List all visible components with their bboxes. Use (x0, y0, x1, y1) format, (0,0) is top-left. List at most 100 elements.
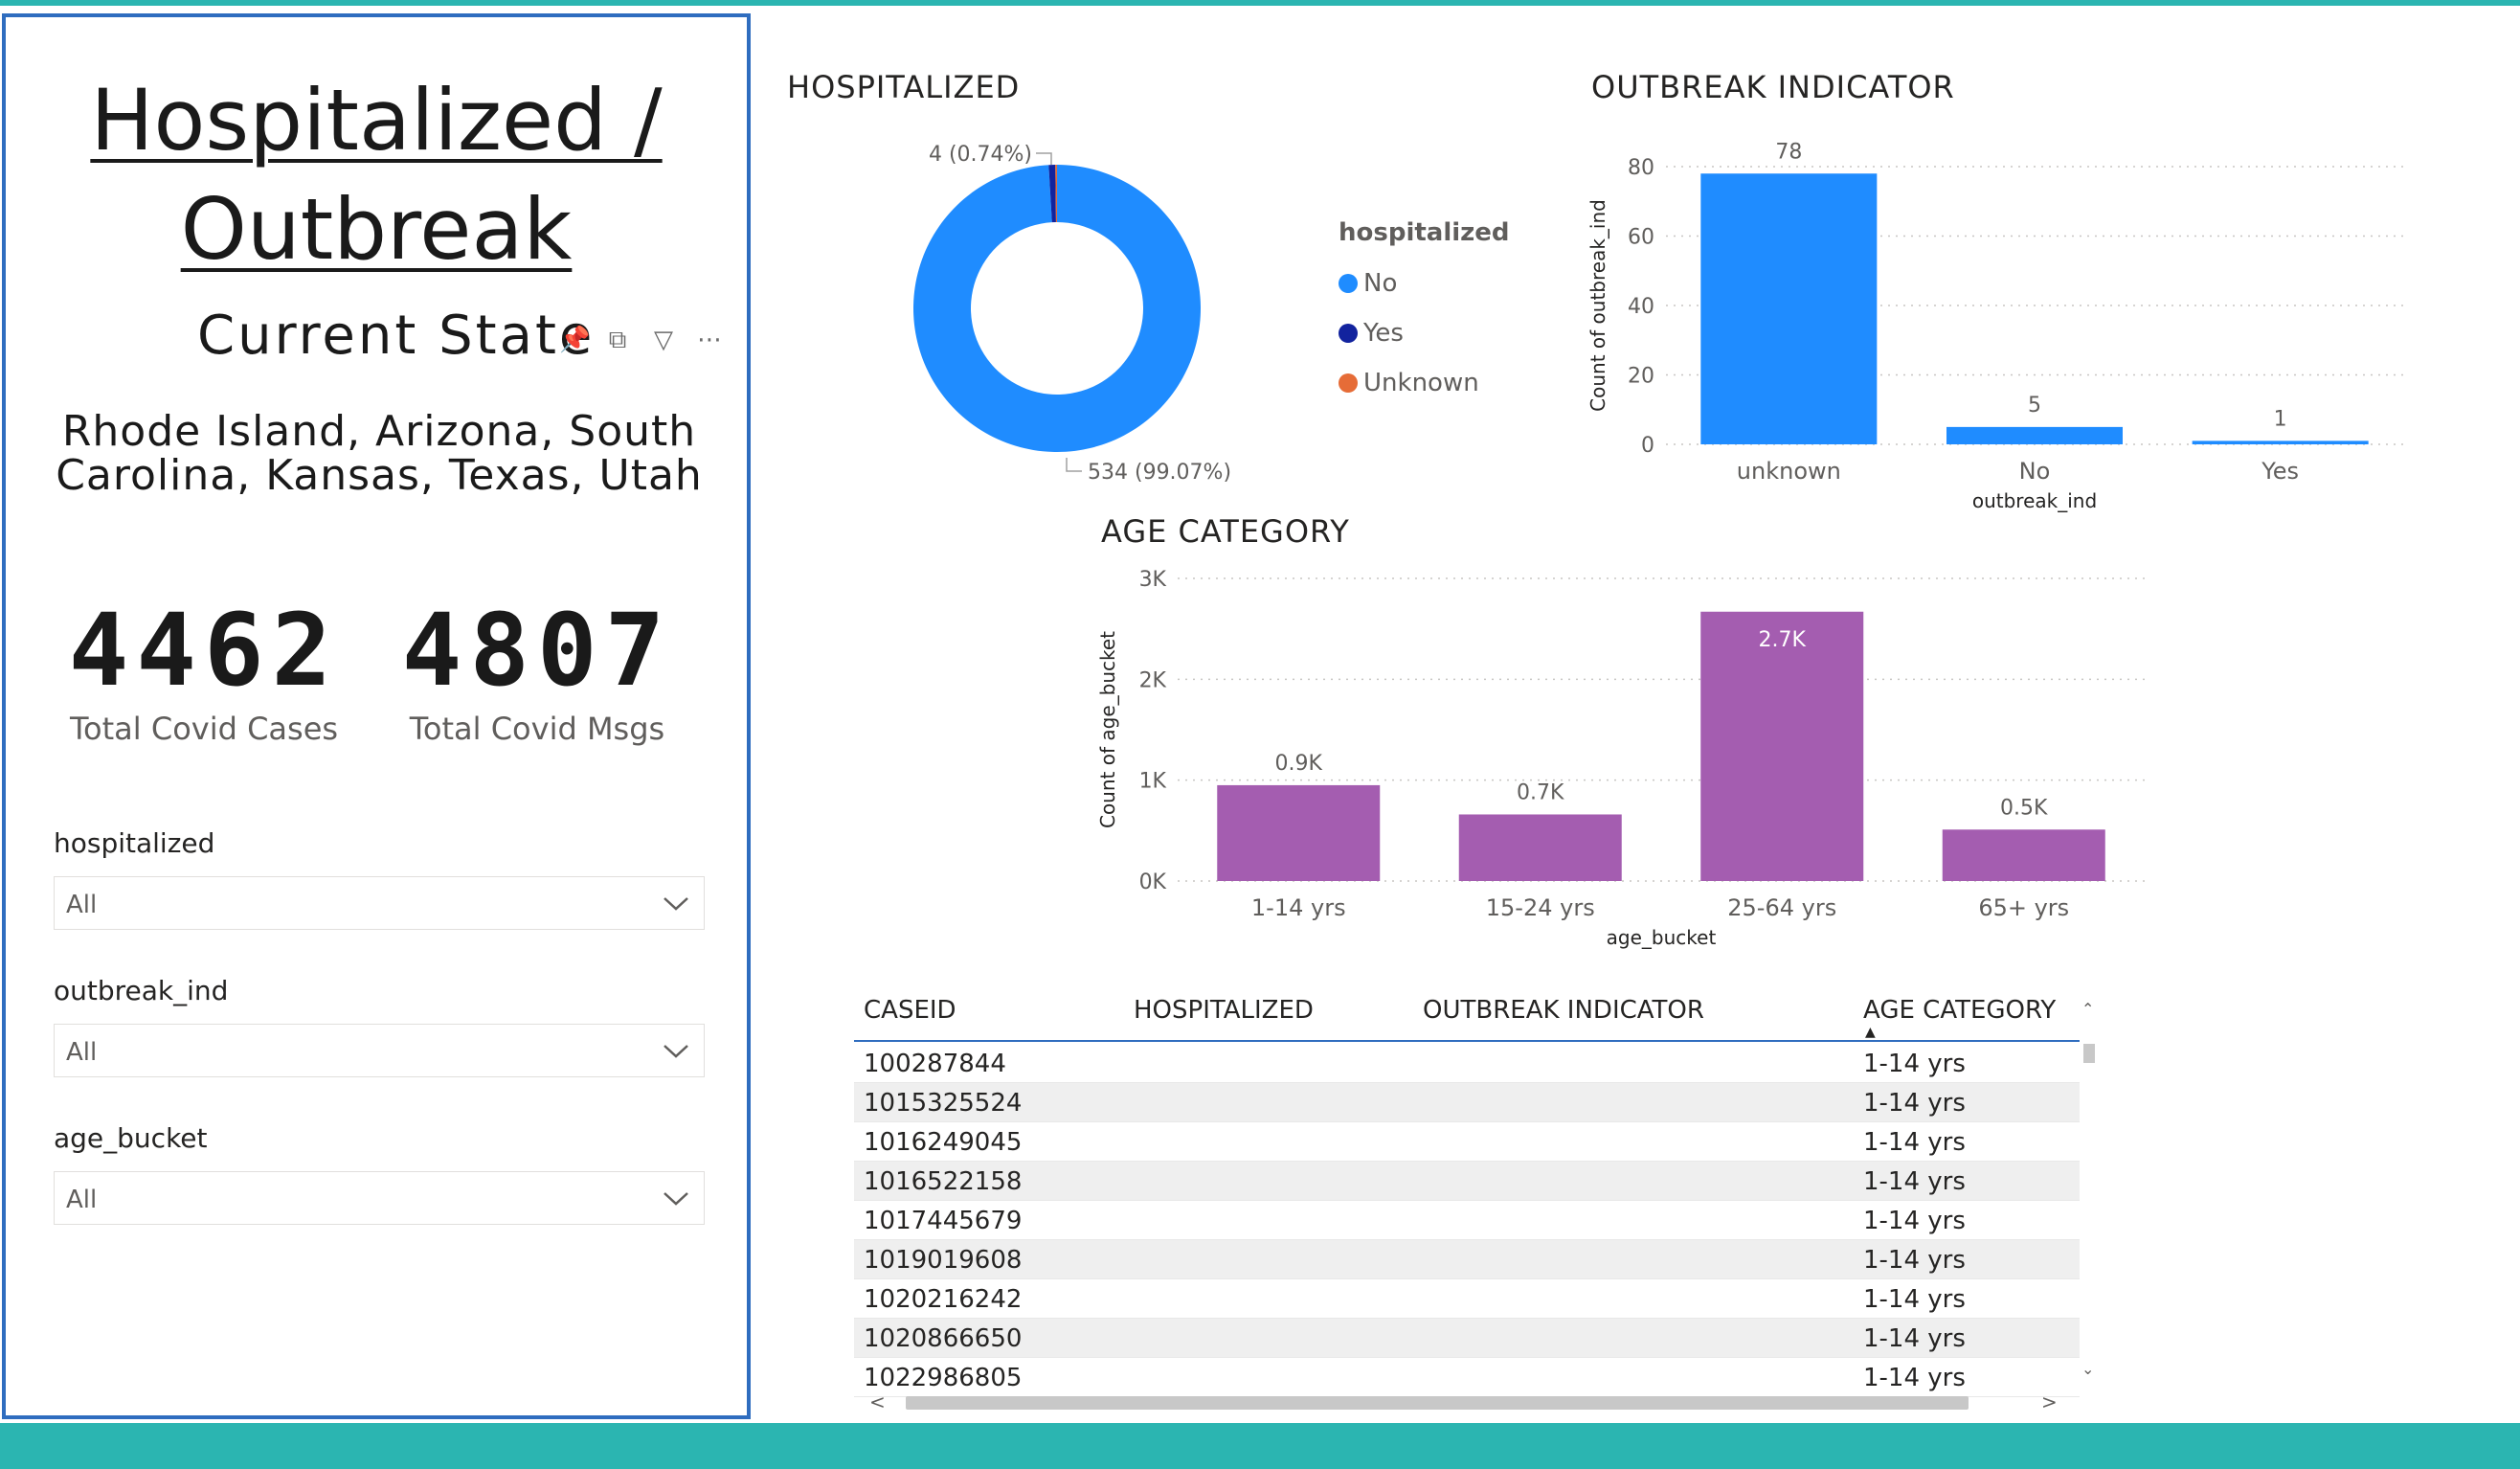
leader-line-yes (1036, 152, 1052, 165)
table-cell-caseid: 1017445679 (864, 1207, 1023, 1235)
current-state-label: Current State (197, 305, 596, 367)
horizontal-scrollbar[interactable]: < > (854, 1390, 2080, 1413)
x-axis-title: age_bucket (1607, 926, 1717, 949)
dropdown-value: All (66, 1038, 98, 1067)
age-bar-chart: 0K 1K 2K 3K 0.9K 1-14 yrs 0.7K 15-24 yrs 2.7K 25-… (1096, 568, 2145, 949)
x-tick-label: 25-64 yrs (1727, 894, 1836, 921)
y-tick-label: 0K (1139, 870, 1167, 894)
column-header-hospitalized[interactable]: HOSPITALIZED (1134, 996, 1314, 1025)
x-axis-title: outbreak_ind (1972, 489, 2097, 512)
vertical-scrollbar[interactable]: ⌃ ⌄ (2081, 986, 2097, 1389)
hospitalized-dropdown[interactable]: All (54, 876, 705, 930)
outbreak-ind-dropdown[interactable]: All (54, 1024, 705, 1077)
data-label-yes: 4 (0.74%) (929, 143, 1032, 167)
scroll-up-icon[interactable]: ⌃ (2081, 1000, 2094, 1018)
scroll-thumb[interactable] (906, 1396, 1969, 1410)
column-header-age-category[interactable]: AGE CATEGORY (1863, 996, 2056, 1025)
legend-dot-unknown (1339, 373, 1358, 393)
table-cell-caseid: 1020216242 (864, 1285, 1023, 1314)
slicer-outbreak-ind: outbreak_ind All (54, 975, 705, 1077)
x-tick-label: No (2019, 458, 2051, 485)
table-cell-caseid: 1015325524 (864, 1089, 1023, 1118)
table-cell-age-category: 1-14 yrs (1863, 1128, 1966, 1157)
state-list-line2: Carolina, Kansas, Texas, Utah (56, 451, 703, 500)
table-row[interactable]: 1020216242 1-14 yrs (854, 1279, 2080, 1319)
legend-dot-yes (1339, 324, 1358, 343)
age-bucket-dropdown[interactable]: All (54, 1171, 705, 1225)
visual-header: 📌 ⧉ ▽ ⋯ (559, 326, 722, 355)
legend-item-no[interactable]: No (1339, 259, 1510, 308)
table-body: 100287844 1-14 yrs 1015325524 1-14 yrs 10162… (854, 1044, 2080, 1397)
slicer-age-bucket: age_bucket All (54, 1122, 705, 1225)
table-row[interactable]: 1017445679 1-14 yrs (854, 1201, 2080, 1240)
scroll-left-icon[interactable]: < (869, 1390, 886, 1413)
copy-icon[interactable]: ⧉ (605, 326, 630, 355)
bar-1-14-yrs[interactable] (1217, 784, 1381, 881)
outbreak-chart-title: OUTBREAK INDICATOR (1591, 69, 1955, 105)
legend-item-yes[interactable]: Yes (1339, 308, 1510, 358)
bar-unknown[interactable] (1700, 173, 1878, 444)
table-row[interactable]: 100287844 1-14 yrs (854, 1044, 2080, 1083)
bar-yes[interactable] (2192, 441, 2369, 444)
data-label-no: 534 (99.07%) (1088, 461, 1231, 485)
bar-65-yrs[interactable] (1942, 829, 2105, 881)
table-cell-caseid: 1016522158 (864, 1167, 1023, 1196)
x-tick-label: unknown (1737, 458, 1841, 485)
dropdown-value: All (66, 1186, 98, 1214)
kpi-label: Total Covid Msgs (409, 711, 665, 747)
scroll-thumb[interactable] (2083, 1044, 2095, 1063)
kpi-value: 4462 (68, 592, 340, 709)
column-header-outbreak-indicator[interactable]: OUTBREAK INDICATOR (1423, 996, 1704, 1025)
table-row[interactable]: 1019019608 1-14 yrs (854, 1240, 2080, 1279)
slicer-title: hospitalized (54, 827, 215, 859)
legend-dot-no (1339, 274, 1358, 293)
slicer-hospitalized: hospitalized All (54, 827, 705, 930)
table-cell-caseid: 100287844 (864, 1050, 1006, 1078)
table-row[interactable]: 1016522158 1-14 yrs (854, 1162, 2080, 1201)
kpi-value: 4807 (401, 592, 673, 709)
kpi-total-covid-msgs: 4807 Total Covid Msgs (389, 592, 686, 747)
age-chart-title: AGE CATEGORY (1101, 513, 1350, 550)
pin-icon[interactable]: 📌 (559, 326, 590, 355)
x-tick-label: 65+ yrs (1978, 894, 2069, 921)
bar-15-24-yrs[interactable] (1458, 814, 1622, 881)
legend-item-unknown[interactable]: Unknown (1339, 358, 1510, 408)
scroll-right-icon[interactable]: > (2041, 1390, 2058, 1413)
y-tick-label: 80 (1628, 156, 1654, 180)
table-row[interactable]: 1020866650 1-14 yrs (854, 1319, 2080, 1358)
y-tick-label: 1K (1139, 770, 1167, 794)
table-cell-age-category: 1-14 yrs (1863, 1089, 1966, 1118)
bar-25-64-yrs[interactable] (1700, 611, 1864, 881)
slicer-title: outbreak_ind (54, 975, 229, 1006)
dropdown-value: All (66, 891, 98, 919)
table-header: CASEID HOSPITALIZED OUTBREAK INDICATOR A… (854, 986, 2080, 1042)
state-list-line1: Rhode Island, Arizona, South (61, 407, 697, 456)
table-row[interactable]: 1022986805 1-14 yrs (854, 1358, 2080, 1397)
legend-title: hospitalized (1339, 218, 1510, 247)
bar-data-label: 0.7K (1517, 780, 1564, 804)
y-tick-label: 60 (1628, 226, 1654, 250)
hospitalized-chart-title: HOSPITALIZED (787, 69, 1021, 105)
state-list: Rhode Island, Arizona, South Carolina, K… (34, 410, 724, 498)
y-tick-label: 20 (1628, 365, 1654, 389)
kpi-label: Total Covid Cases (69, 711, 339, 747)
slicer-title: age_bucket (54, 1122, 208, 1154)
y-tick-label: 2K (1139, 668, 1167, 692)
bar-no[interactable] (1946, 426, 2123, 444)
page-title-line2: Outbreak (180, 180, 573, 279)
table-cell-age-category: 1-14 yrs (1863, 1324, 1966, 1353)
table-row[interactable]: 1015325524 1-14 yrs (854, 1083, 2080, 1122)
scroll-down-icon[interactable]: ⌄ (2081, 1360, 2094, 1378)
x-tick-label: Yes (2261, 458, 2299, 485)
left-panel: Hospitalized / Outbreak Current State 📌 … (2, 13, 751, 1419)
outbreak-bar-chart: 0 20 40 60 80 78 unknown 5 No 1 Yes outbreak_ind Cou… (1586, 140, 2403, 512)
table-row[interactable]: 1016249045 1-14 yrs (854, 1122, 2080, 1162)
column-header-caseid[interactable]: CASEID (864, 996, 956, 1025)
filter-icon[interactable]: ▽ (651, 326, 676, 355)
table-cell-caseid: 1016249045 (864, 1128, 1023, 1157)
legend-label: Yes (1363, 319, 1404, 348)
table-cell-age-category: 1-14 yrs (1863, 1285, 1966, 1314)
more-options-icon[interactable]: ⋯ (697, 326, 722, 355)
x-tick-label: 1-14 yrs (1251, 894, 1346, 921)
bar-data-label: 0.9K (1275, 752, 1323, 776)
